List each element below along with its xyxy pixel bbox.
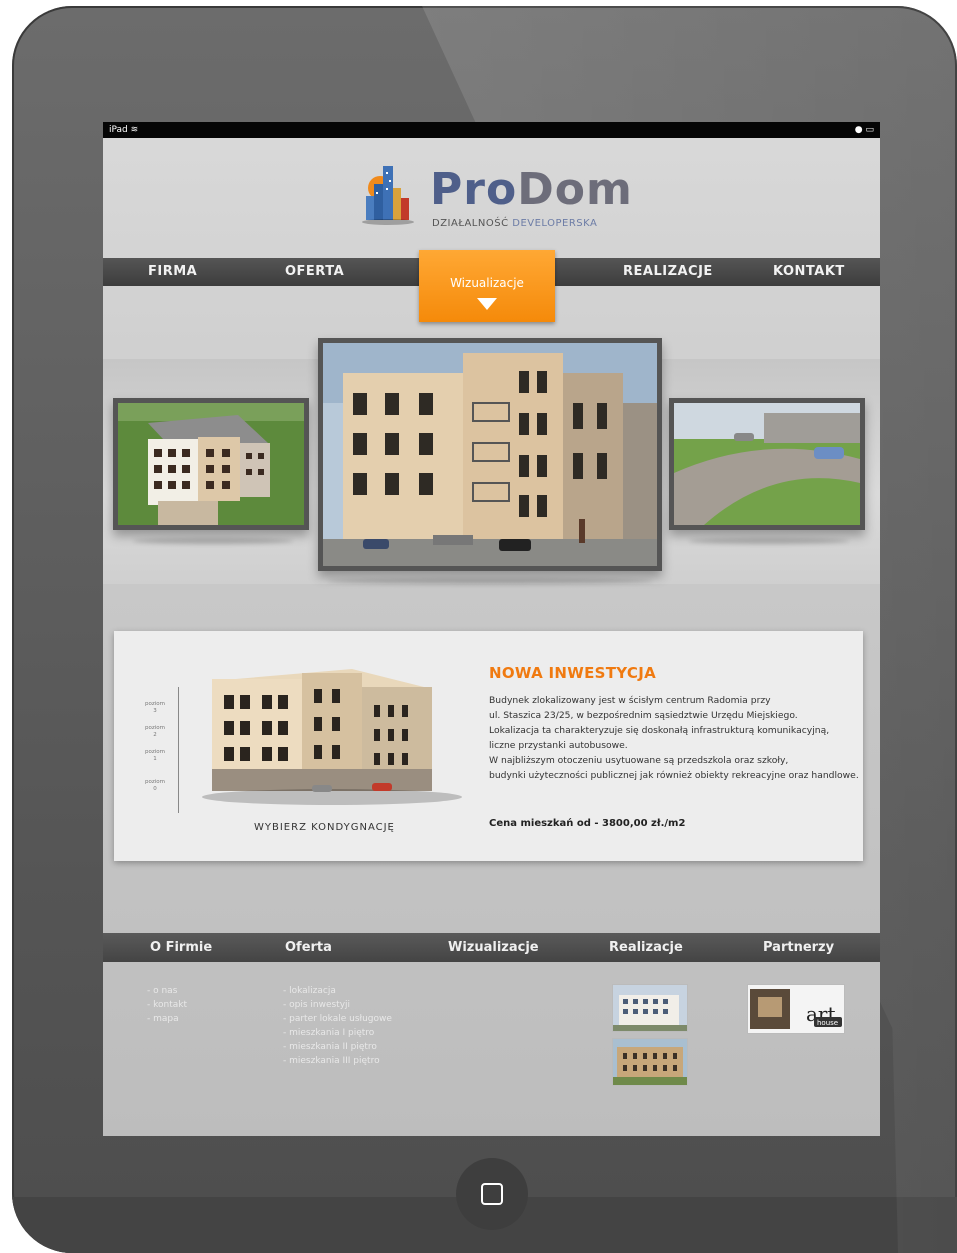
home-square-icon	[481, 1183, 503, 1205]
footer-nav-partnerzy[interactable]: Partnerzy	[763, 933, 834, 962]
status-right: ● ▭	[855, 122, 874, 138]
home-button[interactable]	[456, 1158, 528, 1230]
nav-wizualizacje-active[interactable]: Wizualizacje	[419, 250, 555, 322]
realizacje-thumb-2[interactable]	[612, 1038, 688, 1086]
footer-link-opis[interactable]: - opis inwestyji	[283, 998, 392, 1012]
footer-link-mapa[interactable]: - mapa	[147, 1012, 187, 1026]
floor-2-label[interactable]: poziom 2	[144, 725, 166, 739]
battery-icon: ▭	[865, 125, 874, 135]
shadow-main	[328, 578, 652, 584]
gallery-image-main[interactable]	[318, 338, 662, 571]
gallery-image-right[interactable]	[669, 398, 865, 530]
nav-kontakt[interactable]: KONTAKT	[773, 258, 845, 286]
footer-nav: O Firmie Oferta Wizualizacje Realizacje …	[103, 933, 880, 962]
nav-oferta[interactable]: OFERTA	[285, 258, 344, 286]
floor-1-label[interactable]: poziom 1	[144, 749, 166, 763]
chevron-down-icon	[477, 298, 497, 310]
brand-name: ProDom	[430, 164, 633, 215]
floor-0-label[interactable]: poziom 0	[144, 779, 166, 793]
prodom-logo[interactable]: ProDom DZIAŁALNOŚĆ DEVELOPERSKA	[360, 158, 632, 238]
nav-realizacje[interactable]: REALIZACJE	[623, 258, 713, 286]
new-investment-panel: poziom 3 poziom 2 poziom 1 poziom 0 WYBIERZ …	[114, 631, 863, 861]
footer-nav-oferta[interactable]: Oferta	[285, 933, 332, 962]
footer-link-kontakt[interactable]: - kontakt	[147, 998, 187, 1012]
investment-title: NOWA INWESTYCJA	[489, 664, 656, 682]
gallery-image-left-content	[118, 403, 304, 525]
status-left: iPad ≋	[109, 122, 138, 138]
wifi-icon: ≋	[130, 125, 139, 135]
floor-3-label[interactable]: poziom 3	[144, 701, 166, 715]
ipad-screen: iPad ≋ ● ▭ ProDom DZIAŁALNOŚĆ DEVELOPERS…	[103, 122, 880, 1136]
footer-nav-wizualizacje[interactable]: Wizualizacje	[448, 933, 539, 962]
gallery-image-left[interactable]	[113, 398, 309, 530]
footer-nav-o-firmie[interactable]: O Firmie	[150, 933, 212, 962]
active-tab-label: Wizualizacje	[450, 276, 524, 290]
footer-link-pietro-3[interactable]: - mieszkania III piętro	[283, 1054, 392, 1068]
footer-link-parter[interactable]: - parter lokale usługowe	[283, 1012, 392, 1026]
shadow-left	[133, 538, 293, 544]
footer-oferta-links: - lokalizacja - opis inwestyji - parter …	[283, 984, 392, 1068]
partner-logo-house[interactable]: art house	[747, 984, 845, 1034]
device-label: iPad	[109, 125, 128, 135]
footer-nav-realizacje[interactable]: Realizacje	[609, 933, 683, 962]
floor-scale-line	[178, 687, 179, 813]
shadow-right	[689, 538, 849, 544]
footer-link-lokalizacja[interactable]: - lokalizacja	[283, 984, 392, 998]
lock-icon: ●	[854, 125, 863, 135]
building-logo-icon	[362, 166, 414, 225]
gallery-image-right-content	[674, 403, 860, 525]
footer-firma-links: - o nas - kontakt - mapa	[147, 984, 187, 1026]
footer-link-o-nas[interactable]: - o nas	[147, 984, 187, 998]
gallery-image-main-content	[323, 343, 657, 566]
realizacje-thumb-1[interactable]	[612, 984, 688, 1032]
price-label: Cena mieszkań od - 3800,00 zł./m2	[489, 818, 686, 829]
investment-description: Budynek zlokalizowany jest w ścisłym cen…	[489, 695, 859, 781]
footer-link-pietro-1[interactable]: - mieszkania I piętro	[283, 1026, 392, 1040]
brand-tagline: DZIAŁALNOŚĆ DEVELOPERSKA	[432, 218, 598, 229]
footer-link-pietro-2[interactable]: - mieszkania II piętro	[283, 1040, 392, 1054]
partner-logo-text: house	[817, 1019, 838, 1027]
building-floor-selector[interactable]	[202, 659, 462, 809]
choose-floor-label[interactable]: WYBIERZ KONDYGNACJĘ	[254, 822, 395, 833]
status-bar: iPad ≋ ● ▭	[103, 122, 880, 138]
nav-firma[interactable]: FIRMA	[148, 258, 197, 286]
